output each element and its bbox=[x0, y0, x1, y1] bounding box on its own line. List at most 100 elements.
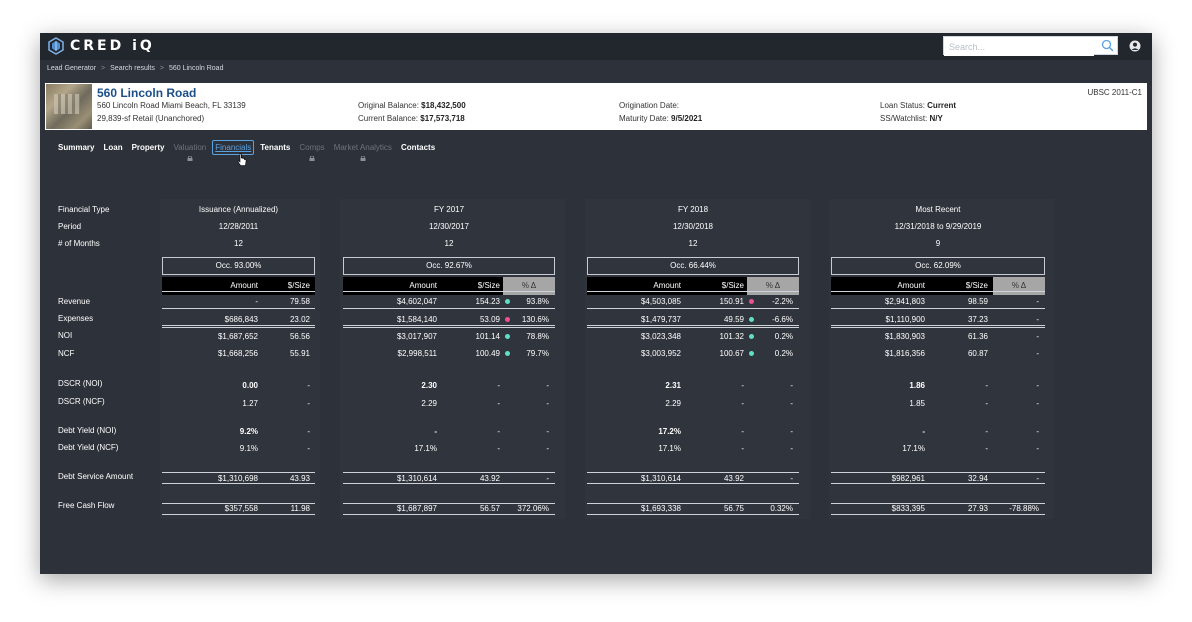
row-divider bbox=[343, 483, 555, 484]
value-amount-dscr-noi: 2.31 bbox=[665, 381, 681, 390]
tab-comps[interactable]: Comps bbox=[299, 143, 325, 161]
user-icon[interactable] bbox=[1129, 40, 1141, 52]
tab-label: Contacts bbox=[400, 143, 436, 152]
value-size-ncf: 100.49 bbox=[475, 349, 500, 358]
pct-change-column-header[interactable]: % Δ bbox=[993, 277, 1045, 295]
value-size-noi: 101.32 bbox=[719, 332, 744, 341]
value-pct-expenses: - bbox=[1036, 315, 1039, 324]
property-photo[interactable] bbox=[46, 84, 92, 129]
tab-summary[interactable]: Summary bbox=[58, 143, 94, 155]
row-divider bbox=[162, 291, 315, 292]
value-pct-dy-noi: - bbox=[790, 427, 793, 436]
period-type: FY 2018 bbox=[677, 205, 709, 214]
breadcrumb-current: 560 Lincoln Road bbox=[168, 65, 224, 72]
tab-label: Comps bbox=[299, 143, 325, 152]
value-amount-revenue: $2,941,803 bbox=[884, 297, 925, 306]
row-label-revenue: Revenue bbox=[58, 297, 91, 306]
row-divider bbox=[587, 327, 799, 328]
row-divider bbox=[343, 514, 555, 515]
amount-column-header[interactable]: Amount bbox=[162, 281, 258, 290]
tab-loan[interactable]: Loan bbox=[103, 143, 122, 155]
value-size-dscr-ncf: - bbox=[985, 399, 988, 408]
lock-icon bbox=[187, 156, 193, 161]
value-size-debt-service: 43.93 bbox=[289, 474, 310, 483]
value-amount-free-cash-flow: $833,395 bbox=[891, 504, 925, 513]
tab-label: Loan bbox=[103, 143, 123, 152]
value-amount-noi: $1,687,652 bbox=[217, 332, 258, 341]
value-amount-dy-ncf: 9.1% bbox=[239, 444, 258, 453]
value-amount-ncf: $1,816,356 bbox=[884, 349, 925, 358]
value-amount-debt-service: $1,310,698 bbox=[217, 474, 258, 483]
breadcrumb-search-results[interactable]: Search results bbox=[110, 65, 155, 72]
row-divider bbox=[343, 503, 555, 504]
maturity-date-value: 9/5/2021 bbox=[671, 114, 703, 123]
trend-indicator-green bbox=[749, 317, 754, 322]
occupancy-box: Occ. 66.44% bbox=[587, 257, 799, 275]
value-amount-noi: $3,017,907 bbox=[396, 332, 437, 341]
trend-indicator-green bbox=[505, 351, 510, 356]
search-input[interactable] bbox=[944, 38, 1094, 56]
period-date: 12/28/2011 bbox=[218, 222, 259, 231]
period-date: 12/30/2018 bbox=[672, 222, 714, 231]
size-column-header[interactable]: $/Size bbox=[925, 281, 988, 290]
amount-column-header[interactable]: Amount bbox=[343, 281, 437, 290]
period-months: 12 bbox=[444, 239, 454, 248]
period-months: 9 bbox=[935, 239, 941, 248]
app-window: CRED iQ Lead Generator > Search results … bbox=[40, 33, 1152, 574]
size-column-header[interactable]: $/Size bbox=[437, 281, 500, 290]
chevron-right-icon: > bbox=[101, 65, 106, 72]
watchlist: SS/Watchlist: N/Y bbox=[880, 114, 943, 123]
value-amount-dy-noi: - bbox=[434, 427, 437, 436]
tab-property[interactable]: Property bbox=[132, 143, 165, 155]
search-box[interactable] bbox=[943, 36, 1118, 56]
amount-column-header[interactable]: Amount bbox=[831, 281, 925, 290]
original-balance-value: $18,432,500 bbox=[421, 101, 466, 110]
row-label-period: Period bbox=[58, 222, 82, 231]
search-icon[interactable] bbox=[1101, 39, 1114, 52]
value-size-debt-service: 43.92 bbox=[723, 474, 744, 483]
lock-icon bbox=[309, 156, 315, 161]
chevron-right-icon: > bbox=[159, 65, 164, 72]
value-pct-ncf: - bbox=[1036, 349, 1039, 358]
pct-change-column-header[interactable]: % Δ bbox=[747, 277, 799, 295]
size-column-header[interactable]: $/Size bbox=[258, 281, 310, 290]
value-size-dy-ncf: - bbox=[307, 444, 310, 453]
tab-contacts[interactable]: Contacts bbox=[401, 143, 435, 155]
value-size-dscr-ncf: - bbox=[741, 399, 744, 408]
row-divider bbox=[831, 327, 1045, 328]
value-amount-expenses: $1,110,900 bbox=[885, 315, 925, 324]
value-size-revenue: 150.91 bbox=[719, 297, 744, 306]
row-divider bbox=[831, 325, 1045, 326]
loan-status: Loan Status: Current bbox=[880, 101, 956, 110]
value-pct-debt-service: - bbox=[546, 474, 549, 483]
maturity-date: Maturity Date: 9/5/2021 bbox=[619, 114, 702, 123]
tab-valuation[interactable]: Valuation bbox=[173, 143, 206, 161]
tab-bar: Summary Loan Property Valuation Financials Te… bbox=[58, 140, 444, 161]
tab-label: Financials bbox=[215, 143, 252, 152]
value-size-expenses: 23.02 bbox=[289, 315, 310, 324]
logo[interactable]: CRED iQ bbox=[48, 37, 155, 55]
value-size-ncf: 60.87 bbox=[967, 349, 988, 358]
breadcrumb-lead-generator[interactable]: Lead Generator bbox=[47, 65, 96, 72]
size-column-header[interactable]: $/Size bbox=[681, 281, 744, 290]
pct-change-column-header[interactable]: % Δ bbox=[503, 277, 555, 295]
value-size-expenses: 53.09 bbox=[479, 315, 500, 324]
row-label-free-cash-flow: Free Cash Flow bbox=[58, 501, 115, 510]
trend-indicator-pink bbox=[505, 317, 510, 322]
value-amount-free-cash-flow: $1,693,338 bbox=[640, 504, 681, 513]
tab-tenants[interactable]: Tenants bbox=[260, 143, 290, 155]
value-pct-dy-noi: - bbox=[546, 427, 549, 436]
value-amount-dscr-ncf: 2.29 bbox=[665, 399, 681, 408]
row-divider bbox=[162, 503, 315, 504]
row-divider bbox=[587, 308, 799, 309]
tab-financials[interactable]: Financials bbox=[212, 140, 255, 155]
amount-column-header[interactable]: Amount bbox=[587, 281, 681, 290]
value-pct-dy-ncf: - bbox=[790, 444, 793, 453]
value-size-expenses: 37.23 bbox=[967, 315, 988, 324]
value-size-dy-ncf: - bbox=[497, 444, 500, 453]
tab-market-analytics[interactable]: Market Analytics bbox=[334, 143, 392, 161]
value-pct-dy-ncf: - bbox=[546, 444, 549, 453]
app-title: CRED iQ bbox=[70, 38, 155, 54]
value-amount-noi: $3,023,348 bbox=[640, 332, 681, 341]
value-size-noi: 56.56 bbox=[289, 332, 310, 341]
